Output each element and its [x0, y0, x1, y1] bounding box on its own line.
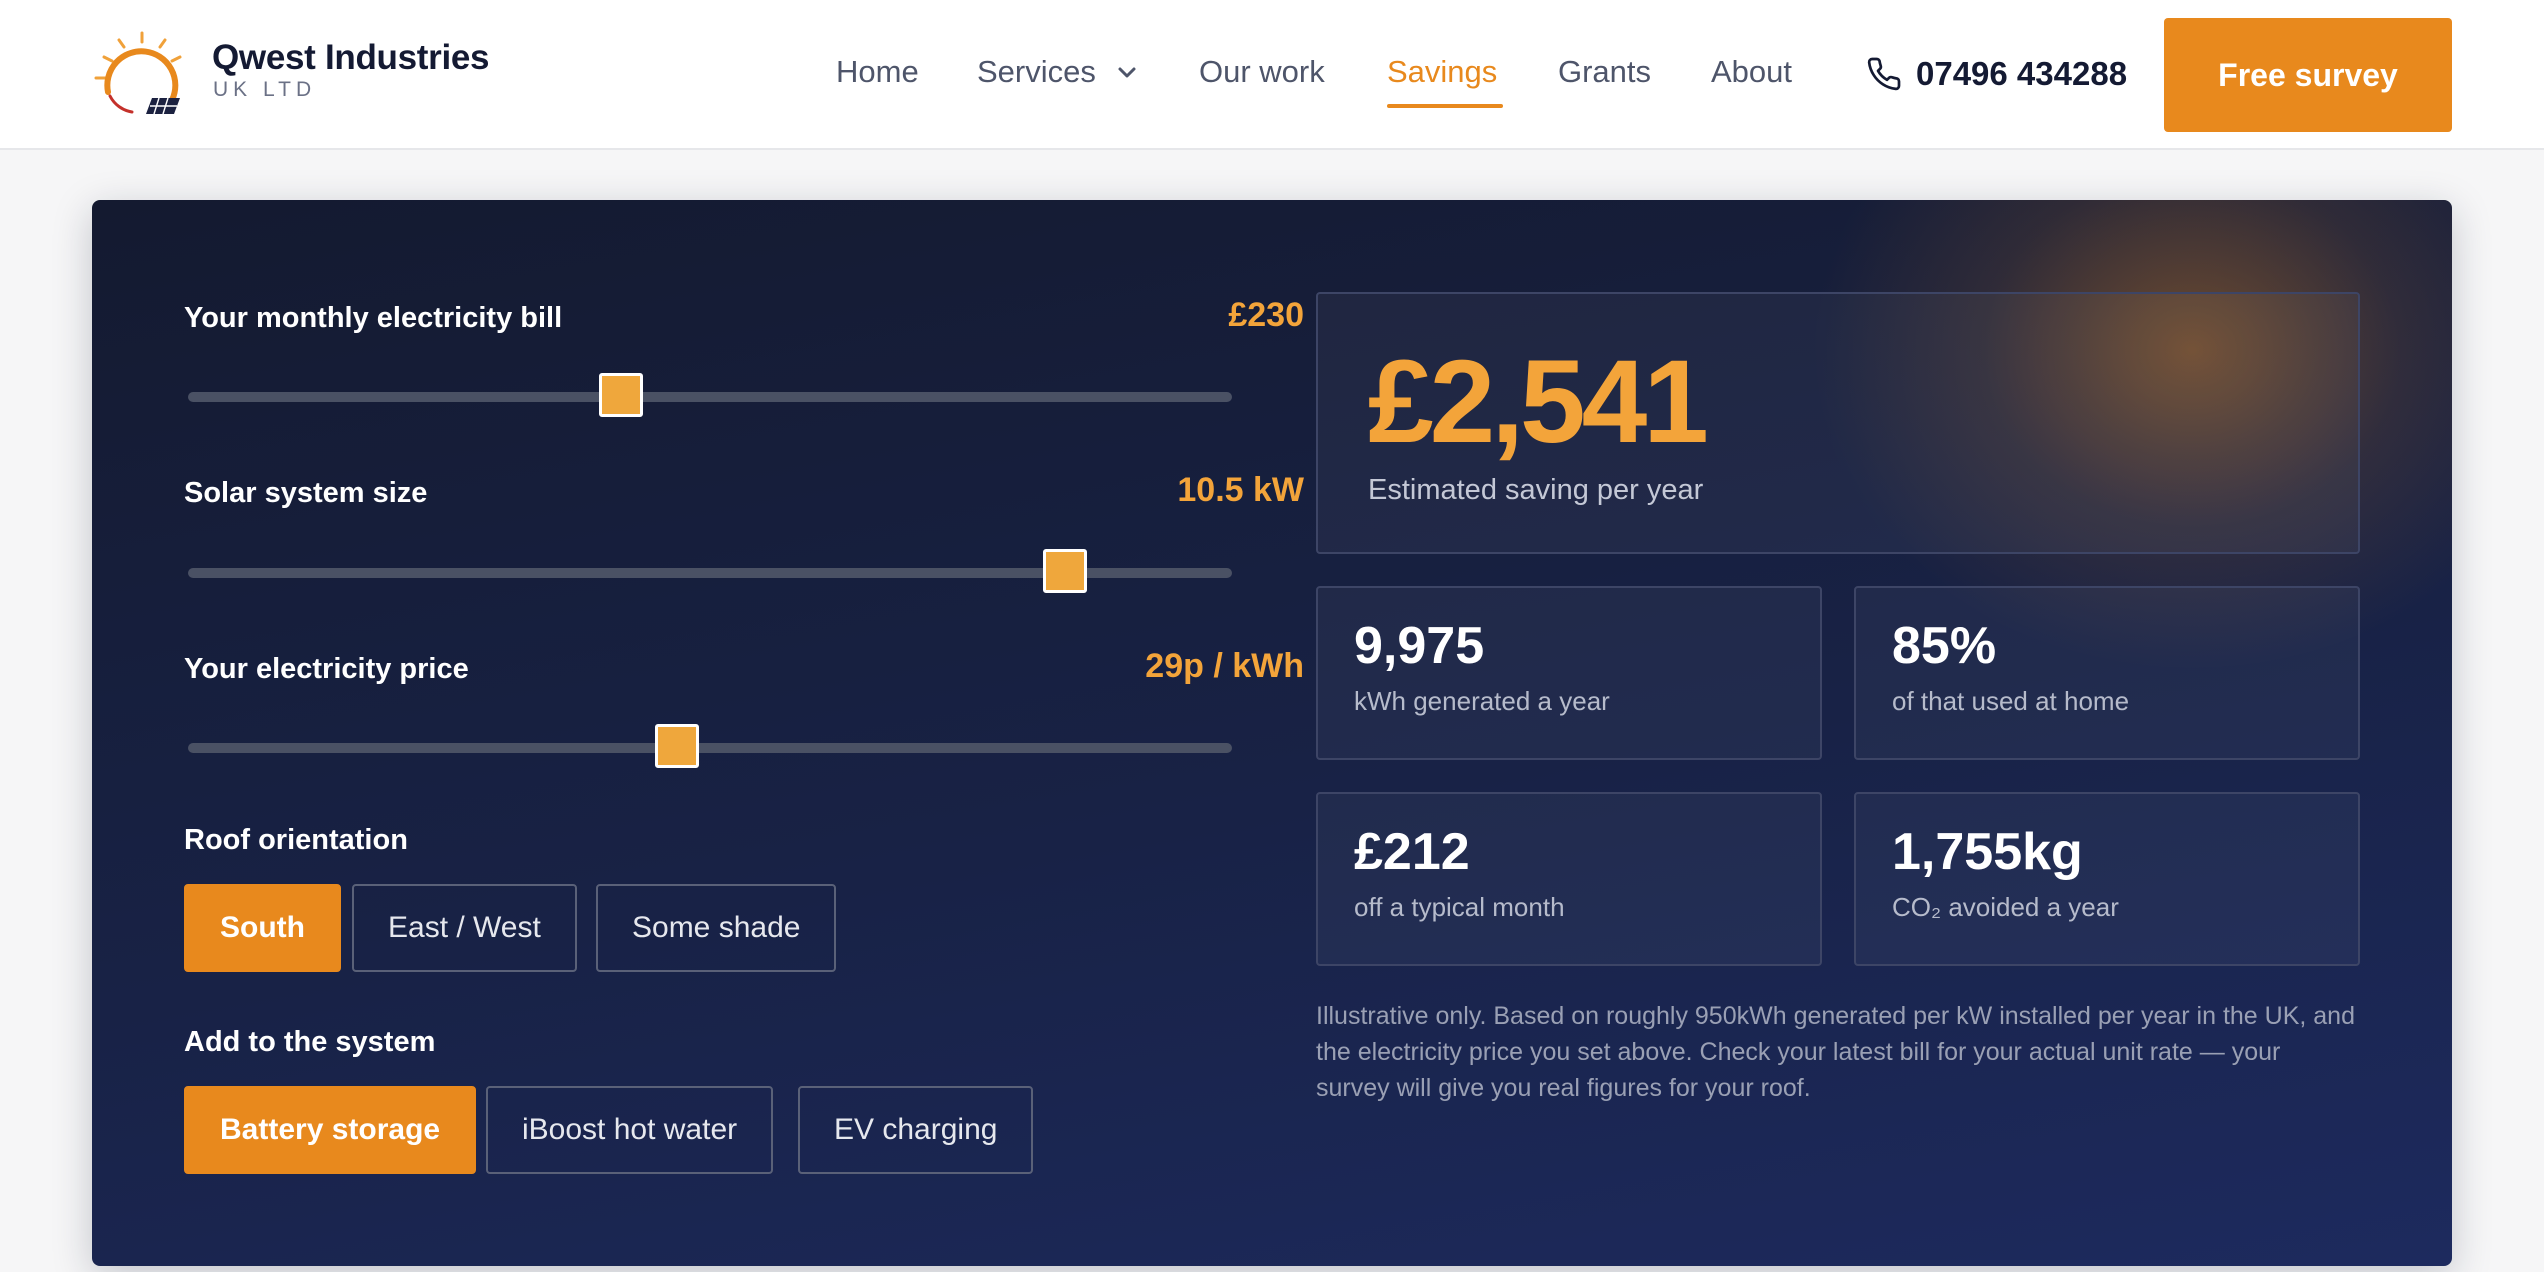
add-to-system-label: Add to the system [184, 1026, 436, 1058]
stat-caption: off a typical month [1354, 892, 1565, 922]
stat-card-generation: 9,975 kWh generated a year [1316, 586, 1822, 760]
roof-option-south[interactable]: South [184, 884, 341, 972]
annual-saving-caption: Estimated saving per year [1368, 474, 1704, 506]
stat-caption: CO₂ avoided a year [1892, 892, 2119, 922]
site-header: Qwest Industries UK LTD Home Services Ou… [0, 0, 2544, 150]
extra-ev-charging[interactable]: EV charging [798, 1086, 1034, 1174]
roof-orientation-label: Roof orientation [184, 824, 408, 856]
stat-value: £212 [1354, 823, 1470, 881]
bill-slider-label: Your monthly electricity bill [184, 302, 563, 334]
price-slider-track[interactable] [188, 724, 1232, 768]
stat-card-monthly-saving: £212 off a typical month [1316, 792, 1822, 966]
sun-logo-icon[interactable] [92, 30, 192, 120]
system-size-slider-track[interactable] [188, 549, 1232, 593]
phone-icon[interactable] [1866, 56, 1902, 92]
stat-value: 9,975 [1354, 617, 1485, 675]
bill-slider-thumb[interactable] [599, 373, 644, 417]
stat-caption: of that used at home [1892, 686, 2130, 716]
extra-battery-storage[interactable]: Battery storage [184, 1086, 477, 1174]
stat-card-self-use: 85% of that used at home [1854, 586, 2360, 760]
extra-iboost-hot-water[interactable]: iBoost hot water [486, 1086, 774, 1174]
stat-value: 85% [1892, 617, 1997, 675]
bill-slider-value: £230 [1228, 296, 1304, 334]
chevron-down-icon[interactable] [1116, 66, 1138, 80]
system-size-slider-thumb[interactable] [1042, 549, 1087, 593]
system-size-slider-label: Solar system size [184, 477, 428, 509]
free-survey-button[interactable]: Free survey [2164, 18, 2452, 132]
savings-calculator-panel: Your monthly electricity bill £230 Solar… [92, 200, 2452, 1266]
stat-value: 1,755kg [1892, 823, 2083, 881]
brand-name[interactable]: Qwest Industries [212, 38, 490, 78]
stat-card-co2: 1,755kg CO₂ avoided a year [1854, 792, 2360, 966]
phone-number-link[interactable]: 07496 434288 [1916, 55, 2127, 93]
system-size-slider-value: 10.5 kW [1177, 471, 1304, 509]
price-slider-value: 29p / kWh [1145, 647, 1304, 685]
nav-savings[interactable]: Savings [1387, 54, 1497, 90]
nav-about[interactable]: About [1711, 54, 1792, 90]
price-slider-thumb[interactable] [654, 724, 699, 768]
price-slider-label: Your electricity price [184, 653, 469, 685]
disclaimer-text: Illustrative only. Based on roughly 950k… [1316, 1002, 2355, 1102]
roof-option-east-west[interactable]: East / West [352, 884, 577, 972]
annual-saving-card: £2,541 Estimated saving per year [1316, 292, 2360, 554]
bill-slider-track[interactable] [188, 373, 1232, 417]
nav-grants[interactable]: Grants [1558, 54, 1651, 90]
active-nav-indicator [1387, 104, 1503, 108]
nav-our-work[interactable]: Our work [1199, 54, 1325, 90]
roof-option-some-shade[interactable]: Some shade [596, 884, 837, 972]
nav-home[interactable]: Home [836, 54, 919, 90]
annual-saving-value: £2,541 [1368, 336, 1709, 468]
nav-services[interactable]: Services [977, 54, 1096, 90]
brand-subtitle: UK LTD [213, 78, 317, 101]
stat-caption: kWh generated a year [1354, 686, 1610, 716]
